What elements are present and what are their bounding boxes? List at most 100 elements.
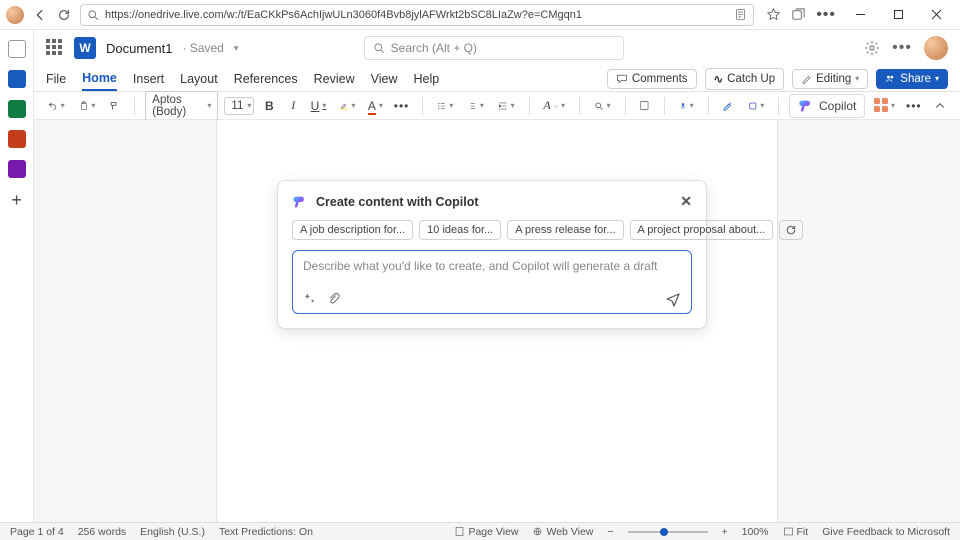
- language-indicator[interactable]: English (U.S.): [140, 526, 205, 538]
- copilot-card-title: Create content with Copilot: [316, 195, 479, 209]
- page-indicator[interactable]: Page 1 of 4: [10, 526, 64, 538]
- search-input[interactable]: Search (Alt + Q): [364, 36, 624, 60]
- chevron-down-icon[interactable]: ▾: [234, 43, 239, 54]
- browser-right-controls: •••: [762, 1, 954, 29]
- more-commands-button[interactable]: •••: [904, 96, 924, 116]
- search-placeholder: Search (Alt + Q): [391, 41, 477, 55]
- loop-button[interactable]: ▾: [744, 96, 769, 116]
- search-icon: [373, 42, 385, 54]
- profile-avatar-icon[interactable]: [6, 6, 24, 24]
- home-app-icon[interactable]: [8, 40, 26, 58]
- bullets-button[interactable]: ▾: [433, 96, 458, 116]
- tab-review[interactable]: Review: [314, 68, 355, 90]
- close-icon[interactable]: ✕: [680, 193, 692, 210]
- document-page[interactable]: Create content with Copilot ✕ A job desc…: [217, 120, 777, 522]
- suggestion-chip[interactable]: A job description for...: [292, 220, 413, 240]
- underline-button[interactable]: U▾: [308, 96, 328, 116]
- favorite-icon[interactable]: [766, 7, 781, 22]
- ribbon-toolbar: ▾ ▾ Aptos (Body)▾ 11▾ B I U▾ ▾ A▾ ••• ▾ …: [34, 92, 960, 120]
- copilot-icon: [798, 98, 814, 114]
- highlight-button[interactable]: ▾: [335, 96, 360, 116]
- attachment-icon[interactable]: [327, 292, 341, 306]
- more-icon[interactable]: •••: [816, 6, 836, 24]
- reader-icon[interactable]: [734, 8, 747, 21]
- ribbon-tabs: File Home Insert Layout References Revie…: [34, 66, 960, 92]
- feedback-link[interactable]: Give Feedback to Microsoft: [822, 526, 950, 538]
- bold-button[interactable]: B: [260, 96, 278, 116]
- minimize-button[interactable]: [846, 1, 874, 29]
- prompt-placeholder: Describe what you'd like to create, and …: [303, 259, 681, 277]
- tab-help[interactable]: Help: [414, 68, 440, 90]
- word-logo-icon: W: [74, 37, 96, 59]
- tab-insert[interactable]: Insert: [133, 68, 164, 90]
- more-font-button[interactable]: •••: [391, 96, 411, 116]
- address-bar[interactable]: https://onedrive.live.com/w:/t/EaCKkPs6A…: [80, 4, 754, 26]
- excel-app-icon[interactable]: [8, 100, 26, 118]
- web-view-button[interactable]: Web View: [532, 526, 593, 538]
- tab-references[interactable]: References: [234, 68, 298, 90]
- user-avatar-icon[interactable]: [924, 36, 948, 60]
- styles-button[interactable]: A▾: [539, 95, 569, 116]
- suggestion-chip[interactable]: A project proposal about...: [630, 220, 774, 240]
- browser-toolbar: https://onedrive.live.com/w:/t/EaCKkPs6A…: [0, 0, 960, 30]
- sparkle-icon[interactable]: [303, 292, 317, 306]
- zoom-level[interactable]: 100%: [742, 526, 769, 538]
- onenote-app-icon[interactable]: [8, 160, 26, 178]
- add-ins-button[interactable]: ▾: [871, 95, 897, 117]
- italic-button[interactable]: I: [284, 95, 302, 116]
- find-button[interactable]: ▾: [590, 96, 615, 116]
- fit-button[interactable]: Fit: [783, 526, 809, 538]
- copilot-prompt-input[interactable]: Describe what you'd like to create, and …: [292, 250, 692, 314]
- numbering-button[interactable]: ▾: [463, 96, 488, 116]
- app-launcher-icon[interactable]: [46, 39, 64, 57]
- tab-layout[interactable]: Layout: [180, 68, 218, 90]
- back-button[interactable]: [32, 7, 48, 23]
- powerpoint-app-icon[interactable]: [8, 130, 26, 148]
- save-status: · Saved: [182, 41, 223, 55]
- collections-icon[interactable]: [791, 7, 806, 22]
- text-predictions[interactable]: Text Predictions: On: [219, 526, 313, 538]
- refresh-button[interactable]: [56, 7, 72, 23]
- document-title[interactable]: Document1: [106, 41, 172, 56]
- more-icon[interactable]: •••: [892, 39, 912, 57]
- font-name-select[interactable]: Aptos (Body)▾: [145, 91, 218, 121]
- add-app-button[interactable]: +: [11, 190, 22, 211]
- close-button[interactable]: [922, 1, 950, 29]
- suggestion-chip[interactable]: A press release for...: [507, 220, 623, 240]
- font-size-select[interactable]: 11▾: [224, 97, 254, 115]
- zoom-slider[interactable]: [628, 531, 708, 533]
- editing-button[interactable]: Editing▾: [792, 69, 868, 89]
- tab-file[interactable]: File: [46, 68, 66, 90]
- dictate-button[interactable]: ▾: [675, 96, 698, 116]
- word-title-bar: W Document1 · Saved ▾ Search (Alt + Q) •…: [34, 30, 960, 66]
- tab-view[interactable]: View: [371, 68, 398, 90]
- document-canvas[interactable]: Create content with Copilot ✕ A job desc…: [34, 120, 960, 522]
- copilot-icon: [292, 194, 308, 210]
- zoom-out-button[interactable]: −: [607, 526, 613, 538]
- page-view-button[interactable]: Page View: [454, 526, 518, 538]
- settings-icon[interactable]: [864, 40, 880, 56]
- maximize-button[interactable]: [884, 1, 912, 29]
- comments-button[interactable]: Comments: [607, 69, 697, 89]
- zoom-in-button[interactable]: +: [722, 526, 728, 538]
- collapse-ribbon-button[interactable]: [930, 97, 950, 115]
- font-color-button[interactable]: A▾: [365, 96, 385, 116]
- designer-button[interactable]: [635, 96, 653, 115]
- send-button[interactable]: [665, 291, 681, 307]
- share-button[interactable]: Share▾: [876, 69, 948, 89]
- tab-home[interactable]: Home: [82, 67, 117, 91]
- status-bar: Page 1 of 4 256 words English (U.S.) Tex…: [0, 522, 960, 540]
- undo-button[interactable]: ▾: [44, 96, 69, 116]
- app-rail: +: [0, 30, 34, 522]
- indent-button[interactable]: ▾: [494, 96, 519, 116]
- suggestion-chip[interactable]: 10 ideas for...: [419, 220, 501, 240]
- refresh-suggestions-button[interactable]: [779, 220, 803, 240]
- catchup-button[interactable]: ∿Catch Up: [705, 68, 785, 90]
- word-app-icon[interactable]: [8, 70, 26, 88]
- word-count[interactable]: 256 words: [78, 526, 126, 538]
- paste-button[interactable]: ▾: [75, 96, 100, 116]
- search-icon: [87, 9, 99, 21]
- copilot-button[interactable]: Copilot: [789, 94, 865, 118]
- format-painter-button[interactable]: [105, 96, 124, 116]
- editor-button[interactable]: [718, 96, 737, 116]
